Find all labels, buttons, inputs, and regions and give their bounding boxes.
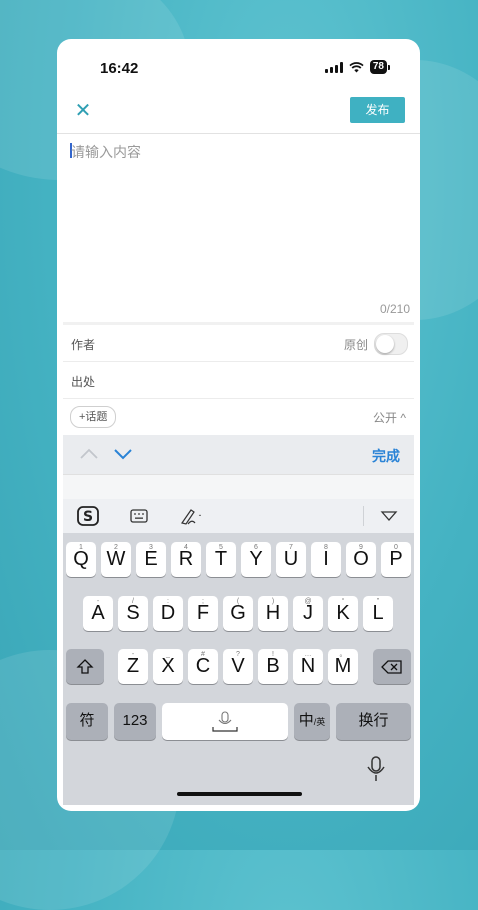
key-p[interactable]: 0P [381, 542, 411, 577]
keyboard-icon[interactable] [130, 506, 148, 526]
keyboard: 1Q 2W 3E 4R 5T 6Y 7U 8I 9O 0P -A / S :D ;… [63, 533, 414, 805]
return-key[interactable]: 换行 [336, 703, 411, 740]
original-label: 原创 [343, 337, 368, 352]
previous-field-icon[interactable] [77, 442, 101, 466]
topic-row: +话题 公开 ^ [63, 399, 414, 436]
key-h[interactable]: ) H [258, 596, 288, 631]
svg-text:S: S [83, 509, 93, 525]
key-t[interactable]: 5T [206, 542, 236, 577]
key-c[interactable]: # C [188, 649, 218, 684]
key-z[interactable]: -Z [118, 649, 148, 684]
keyboard-gap [63, 475, 414, 499]
key-q[interactable]: 1Q [66, 542, 96, 577]
key-r[interactable]: 4R [171, 542, 201, 577]
top-bar: ✕ 发布 [57, 95, 420, 134]
source-field[interactable]: 出处 [63, 362, 414, 399]
done-button[interactable]: 完成 [372, 446, 400, 466]
close-icon[interactable]: ✕ [71, 99, 95, 123]
status-icons: 78 [324, 60, 390, 74]
shift-key[interactable] [66, 649, 104, 684]
next-field-icon[interactable] [111, 442, 135, 466]
home-indicator[interactable] [177, 792, 302, 796]
status-time: 16:42 [100, 60, 139, 77]
visibility-selector[interactable]: 公开 ^ [373, 409, 406, 426]
ime-toolbar: S + [63, 499, 414, 533]
phone-screen: 16:42 78 ✕ 发布 请输入内容 0/210 作者 原创 出处 +话题 公… [57, 39, 420, 811]
sogou-logo-icon[interactable]: S [77, 506, 99, 526]
key-f[interactable]: ; F [188, 596, 218, 631]
symbols-key[interactable]: 符 [66, 703, 108, 740]
signal-icon [324, 61, 343, 73]
key-e[interactable]: 3E [136, 542, 166, 577]
key-s[interactable]: / S [118, 596, 148, 631]
delete-key[interactable] [373, 649, 411, 684]
wifi-icon [349, 61, 364, 72]
key-a[interactable]: -A [83, 596, 113, 631]
add-topic-button[interactable]: +话题 [70, 406, 117, 428]
toolbar-divider [363, 506, 364, 526]
author-field[interactable]: 作者 原创 [63, 325, 414, 362]
key-x[interactable]: _ X [153, 649, 183, 684]
key-i[interactable]: 8I [311, 542, 341, 577]
battery-icon: 78 [369, 60, 387, 74]
status-bar: 16:42 78 [57, 39, 420, 95]
key-k[interactable]: “K [328, 596, 358, 631]
key-b[interactable]: ! B [258, 649, 288, 684]
original-toggle-group: 原创 [344, 333, 408, 355]
key-j[interactable]: @ J [293, 596, 323, 631]
keyboard-accessory-bar: 完成 [63, 435, 414, 475]
original-toggle[interactable] [374, 333, 408, 355]
key-w[interactable]: 2W [101, 542, 131, 577]
microphone-icon[interactable] [365, 755, 387, 783]
key-v[interactable]: ? V [223, 649, 253, 684]
source-label: 出处 [71, 375, 96, 389]
language-key[interactable]: 中/英 [294, 703, 330, 740]
numbers-key[interactable]: 123 [114, 703, 156, 740]
svg-text:+: + [198, 511, 201, 521]
publish-button[interactable]: 发布 [350, 97, 405, 123]
char-counter: 0/210 [379, 302, 410, 316]
key-n[interactable]: … N [293, 649, 323, 684]
content-placeholder: 请输入内容 [71, 144, 141, 160]
author-label: 作者 [71, 338, 96, 352]
battery-tip [388, 64, 390, 70]
key-u[interactable]: 7U [276, 542, 306, 577]
handwriting-icon[interactable]: + [179, 506, 201, 526]
space-mic-icon [212, 711, 238, 732]
shift-icon [76, 659, 94, 674]
key-m[interactable]: 。 M [328, 649, 358, 684]
space-key[interactable] [162, 703, 288, 740]
key-y[interactable]: 6Y [241, 542, 271, 577]
key-l[interactable]: ” L [363, 596, 393, 631]
content-textarea[interactable]: 请输入内容 0/210 [63, 134, 414, 322]
key-g[interactable]: (G [223, 596, 253, 631]
backspace-icon [381, 660, 402, 674]
key-o[interactable]: 9O [346, 542, 376, 577]
key-d[interactable]: :D [153, 596, 183, 631]
collapse-keyboard-icon[interactable] [379, 506, 399, 526]
